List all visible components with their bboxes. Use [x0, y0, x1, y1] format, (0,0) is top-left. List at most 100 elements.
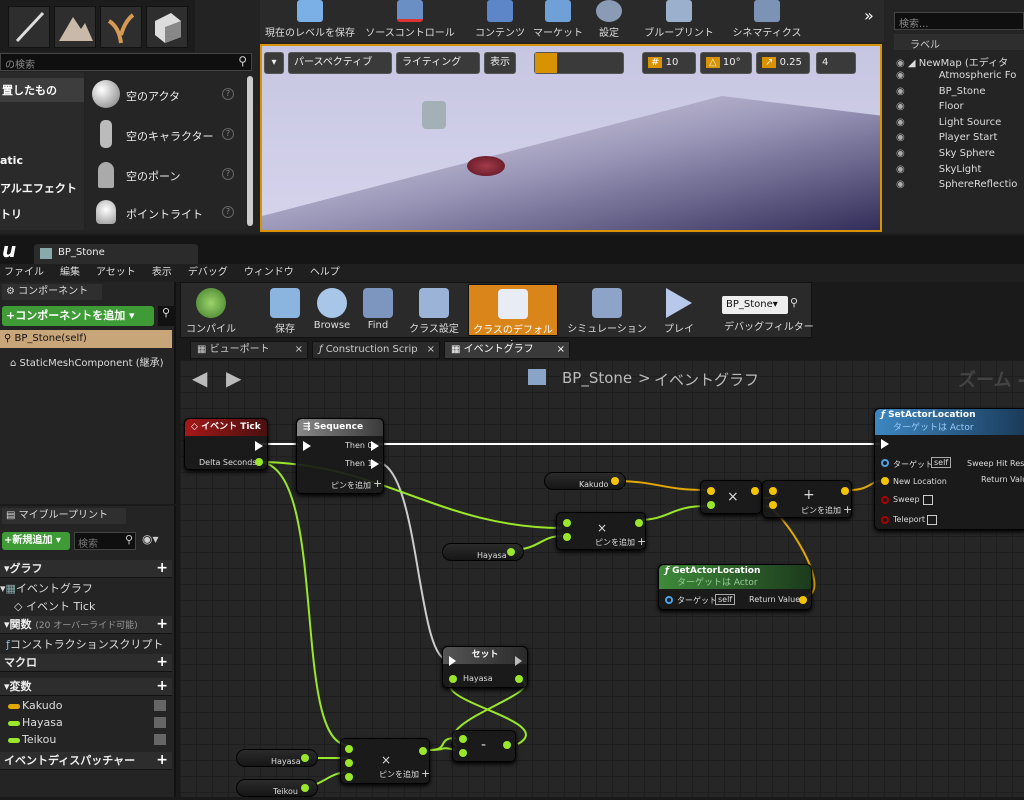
geometry-icon[interactable] [146, 6, 188, 48]
bool-pin[interactable] [881, 496, 889, 504]
actor-item[interactable]: 空のアクタ ? [86, 78, 242, 112]
camera-speed-button[interactable]: 4 [816, 52, 856, 74]
outliner-root[interactable]: ◉ ◢ NewMap (エディタ [896, 54, 1024, 69]
target-pin[interactable] [881, 459, 889, 467]
new-add-button[interactable]: +新規追加 ▾ [2, 532, 70, 550]
add-pin-icon[interactable]: + [421, 767, 430, 780]
outliner-item[interactable]: ◉ SphereReflectio [896, 179, 1024, 190]
eye-icon[interactable]: ◉▾ [142, 532, 159, 546]
mybp-search-input[interactable]: 検索 ⚲ [74, 532, 136, 550]
place-search-box[interactable]: の検索 ⚲ [0, 53, 252, 71]
help-icon[interactable]: ? [222, 128, 234, 140]
add-function-icon[interactable]: + [156, 617, 168, 631]
category-item[interactable]: トリ [0, 206, 22, 222]
brush-icon[interactable] [8, 6, 50, 48]
market-button[interactable]: マーケット [532, 0, 584, 40]
eye-icon[interactable]: ◉ [896, 148, 905, 159]
bp-document-tab[interactable]: BP_Stone [34, 244, 198, 264]
category-item[interactable]: アルエフェクト [0, 180, 77, 196]
menu-asset[interactable]: アセット [96, 267, 136, 278]
actor-item[interactable]: ポイントライト ? [86, 198, 242, 228]
section-dispatchers[interactable]: イベントディスパッチャー + [0, 752, 172, 770]
add-pin-icon[interactable]: + [843, 503, 852, 516]
actor-item[interactable]: 空のキャラクター ? [86, 118, 242, 152]
components-tab[interactable]: ⚙ コンポーネント [2, 284, 102, 300]
outliner-search[interactable]: 検索... [894, 12, 1024, 30]
variable-item[interactable]: Teikou [0, 732, 172, 748]
in-pin[interactable] [345, 745, 353, 753]
in-pin[interactable] [769, 487, 777, 495]
browse-button[interactable]: Browse [308, 284, 356, 336]
add-graph-icon[interactable]: + [156, 561, 168, 575]
grid-snap-button[interactable]: # 10 [642, 52, 696, 74]
outliner-item[interactable]: ◉ BP_Stone [896, 86, 1024, 97]
exec-in-pin[interactable] [881, 439, 889, 449]
variable-item[interactable]: Kakudo [0, 698, 172, 714]
tab-construction[interactable]: ƒ Construction Scrip × [312, 341, 440, 359]
variable-item[interactable]: Hayasa [0, 715, 172, 731]
target-pin[interactable] [665, 596, 673, 604]
exec-out-pin[interactable] [371, 459, 379, 469]
node-set-actor-location[interactable]: ƒ SetActorLocation ターゲットは Actor ターゲット sel… [874, 408, 1024, 530]
out-pin[interactable] [611, 477, 619, 485]
add-pin-icon[interactable]: + [637, 535, 646, 548]
class-settings-button[interactable]: クラス設定 [404, 284, 464, 336]
place-scrollbar[interactable] [247, 76, 253, 226]
out-pin[interactable] [635, 519, 643, 527]
foliage-icon[interactable] [100, 6, 142, 48]
scale-snap-button[interactable]: ↗ 0.25 [756, 52, 810, 74]
in-pin[interactable] [563, 533, 571, 541]
function-item-construction[interactable]: ƒコンストラクションスクリプト [6, 636, 163, 652]
out-pin[interactable] [751, 487, 759, 495]
node-multiply[interactable]: × [700, 480, 762, 514]
node-event-tick[interactable]: ◇ イベント Tick Delta Seconds [184, 418, 268, 470]
save-level-button[interactable]: 現在のレベルを保存 [262, 0, 358, 40]
outliner-item[interactable]: ◉ Light Source [896, 117, 1024, 128]
node-multiply-float[interactable]: × ピンを追加 + [556, 512, 646, 550]
exec-in-pin[interactable] [449, 656, 456, 666]
out-pin[interactable] [841, 487, 849, 495]
eye-icon[interactable]: ◉ [896, 117, 905, 128]
menu-debug[interactable]: デバッグ [188, 267, 228, 278]
close-icon[interactable]: × [557, 342, 565, 358]
eye-icon[interactable]: ◉ [896, 70, 905, 81]
components-search-button[interactable]: ⚲ [158, 306, 174, 326]
out-pin[interactable] [503, 741, 511, 749]
sweep-checkbox[interactable] [923, 495, 933, 505]
tab-viewport[interactable]: ▦ ビューポート × [190, 341, 308, 359]
in-pin[interactable] [345, 759, 353, 767]
landscape-icon[interactable] [54, 6, 96, 48]
node-set-hayasa[interactable]: セット Hayasa [442, 646, 528, 688]
in-pin[interactable] [769, 501, 777, 509]
in-pin[interactable] [459, 749, 467, 757]
in-pin[interactable] [449, 675, 457, 683]
outliner-item[interactable]: ◉ SkyLight [896, 164, 1024, 175]
vector-out-pin[interactable] [799, 596, 807, 604]
compile-button[interactable]: コンパイル [182, 284, 240, 336]
in-pin[interactable] [563, 519, 571, 527]
add-macro-icon[interactable]: + [156, 655, 168, 669]
menu-window[interactable]: ウィンドウ [244, 267, 294, 278]
graph-item-eventtick[interactable]: ◇ イベント Tick [14, 598, 95, 614]
content-button[interactable]: コンテンツ [472, 0, 528, 40]
blueprint-button[interactable]: ブループリント [644, 0, 714, 40]
eye-icon[interactable]: ◉ [896, 86, 905, 97]
section-macro[interactable]: マクロ + [0, 654, 172, 672]
section-functions[interactable]: ▾関数 (20 オーバーライド可能) + [0, 616, 172, 634]
var-get-teikou[interactable]: Teikou [236, 779, 318, 797]
node-get-actor-location[interactable]: ƒ GetActorLocation ターゲットは Actor ターゲット sel… [658, 564, 812, 610]
bool-pin[interactable] [881, 516, 889, 524]
help-icon[interactable]: ? [222, 168, 234, 180]
find-button[interactable]: Find [356, 284, 400, 336]
in-pin[interactable] [459, 735, 467, 743]
component-mesh[interactable]: ⌂ StaticMeshComponent (継承) [10, 354, 164, 369]
in-pin[interactable] [345, 773, 353, 781]
help-icon[interactable]: ? [222, 88, 234, 100]
play-button[interactable]: プレイ [652, 284, 706, 336]
settings-button[interactable]: 設定 [592, 0, 626, 40]
actor-item[interactable]: 空のポーン ? [86, 158, 242, 192]
outliner-item[interactable]: ◉ Player Start [896, 132, 1024, 143]
save-button[interactable]: 保存 [260, 284, 310, 336]
out-pin[interactable] [419, 747, 427, 755]
node-subtract[interactable]: - [452, 730, 516, 762]
